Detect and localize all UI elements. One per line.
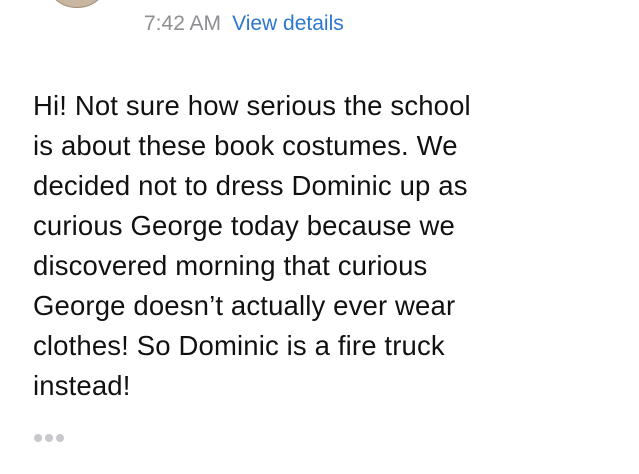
ellipsis-dot bbox=[45, 434, 53, 442]
view-details-link[interactable]: View details bbox=[232, 12, 344, 36]
sender-avatar[interactable] bbox=[44, 0, 110, 8]
ellipsis-dot bbox=[34, 434, 42, 442]
message-meta: 7:42 AM View details bbox=[144, 10, 344, 38]
message-timestamp: 7:42 AM bbox=[144, 12, 222, 35]
message-detail-screen: 7:42 AM View details Hi! Not sure how se… bbox=[0, 0, 639, 474]
ellipsis-dot bbox=[56, 434, 64, 442]
ellipsis-icon[interactable] bbox=[34, 431, 64, 445]
message-body: Hi! Not sure how serious the school is a… bbox=[33, 90, 471, 401]
